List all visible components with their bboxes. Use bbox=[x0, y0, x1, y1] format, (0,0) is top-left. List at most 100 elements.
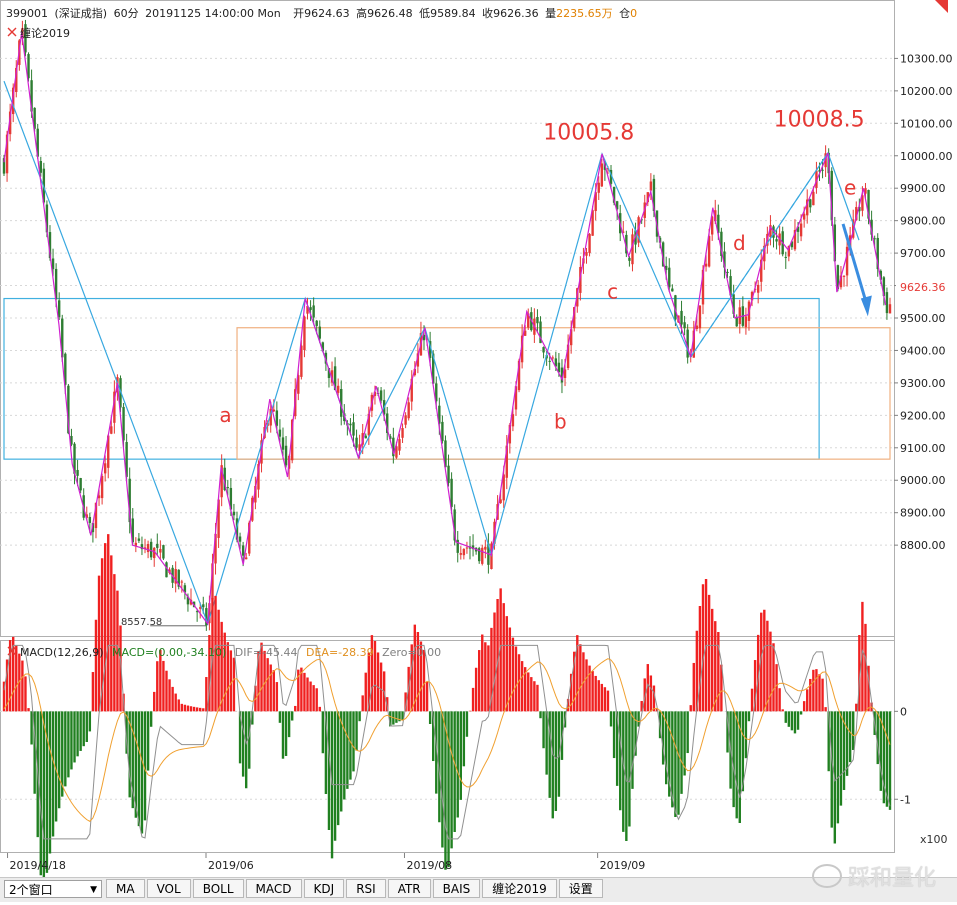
price-tick-label: 9700.00 bbox=[900, 247, 946, 260]
candlestick[interactable] bbox=[842, 275, 846, 287]
chart-canvas[interactable]: 10300.00 10200.00 10100.00 10000.00 9900.00 9… bbox=[0, 0, 957, 901]
candlestick[interactable] bbox=[741, 296, 745, 328]
candle-body bbox=[726, 271, 729, 273]
watermark: 踩和量化 bbox=[812, 861, 936, 891]
candle-body bbox=[683, 322, 686, 329]
window-count-value: 2个窗口 bbox=[9, 883, 53, 897]
candle-body bbox=[738, 307, 741, 325]
candle-body bbox=[671, 288, 674, 292]
candlestick[interactable] bbox=[735, 314, 738, 327]
toolbar-button-macd[interactable]: MACD bbox=[245, 879, 302, 898]
candlestick[interactable] bbox=[885, 287, 889, 320]
macd-indicator: 0 -1 bbox=[0, 534, 911, 895]
candlestick[interactable] bbox=[585, 247, 588, 264]
toolbar-button-vol[interactable]: VOL bbox=[146, 879, 191, 898]
candle-body bbox=[284, 445, 288, 466]
low-value: 9589.84 bbox=[430, 7, 476, 20]
candlestick[interactable] bbox=[471, 534, 475, 557]
quote-header: 399001 (深证成指) 60分 20191125 14:00:00 Mon … bbox=[6, 6, 637, 20]
toolbar-button-设置[interactable]: 设置 bbox=[558, 879, 603, 898]
candlestick[interactable] bbox=[404, 412, 407, 429]
volume-value: 2235.65万 bbox=[556, 7, 613, 20]
time-tick-label: 2019/06 bbox=[208, 859, 254, 872]
candle-body bbox=[57, 300, 61, 318]
candlestick[interactable] bbox=[159, 540, 162, 560]
candlestick[interactable] bbox=[784, 251, 787, 269]
price-tick-label: 8900.00 bbox=[900, 507, 946, 520]
candlestick[interactable] bbox=[698, 305, 702, 334]
candle-body bbox=[137, 538, 141, 541]
candlestick[interactable] bbox=[153, 547, 156, 567]
indicator-close-icon[interactable] bbox=[7, 27, 17, 37]
macd-unit: x100 bbox=[920, 833, 948, 846]
toolbar-button-rsi[interactable]: RSI bbox=[346, 879, 386, 898]
candlestick[interactable] bbox=[481, 544, 484, 566]
candlestick[interactable] bbox=[462, 548, 466, 560]
candlestick[interactable] bbox=[143, 538, 147, 554]
price-tick-label: 10200.00 bbox=[900, 85, 953, 98]
candlestick[interactable] bbox=[149, 538, 153, 561]
toolbar-button-缠论2019[interactable]: 缠论2019 bbox=[482, 879, 557, 898]
corner-flag-icon[interactable] bbox=[935, 0, 948, 13]
candle-body bbox=[481, 547, 484, 564]
price-axis: 10300.00 10200.00 10100.00 10000.00 9900.00 9… bbox=[894, 52, 953, 552]
candlestick[interactable] bbox=[364, 433, 367, 439]
candlestick[interactable] bbox=[588, 233, 591, 257]
candlesticks[interactable] bbox=[2, 19, 892, 631]
candle-body bbox=[146, 544, 150, 553]
candle-body bbox=[799, 223, 803, 237]
candlestick[interactable] bbox=[683, 315, 686, 336]
candle-body bbox=[336, 385, 340, 393]
zero-value: Zero=0.00 bbox=[382, 646, 441, 659]
candlestick[interactable] bbox=[156, 533, 159, 556]
candlestick[interactable] bbox=[401, 423, 404, 443]
candlestick[interactable] bbox=[162, 544, 165, 561]
candlestick[interactable] bbox=[134, 537, 138, 553]
window-count-select[interactable]: 2个窗口 ▼ bbox=[4, 880, 102, 898]
annotation-label: c bbox=[607, 280, 618, 304]
candlestick[interactable] bbox=[174, 561, 177, 593]
annotation-label: b bbox=[554, 409, 567, 433]
candlestick[interactable] bbox=[888, 297, 892, 314]
toolbar-button-kdj[interactable]: KDJ bbox=[303, 879, 345, 898]
candlestick[interactable] bbox=[477, 546, 481, 564]
candle-body bbox=[88, 516, 92, 523]
last-price-label: 9626.36 bbox=[900, 281, 946, 294]
toolbar-button-boll[interactable]: BOLL bbox=[192, 879, 244, 898]
annotations: 10005.8 10008.5 a b c d e 8557.58 bbox=[121, 108, 872, 628]
candlestick[interactable] bbox=[484, 539, 487, 559]
candle-body bbox=[352, 422, 355, 436]
price-tick-label: 10100.00 bbox=[900, 117, 953, 130]
candlestick[interactable] bbox=[744, 307, 748, 335]
candle-body bbox=[159, 548, 162, 553]
candlestick[interactable] bbox=[140, 536, 144, 556]
candle-body bbox=[680, 310, 683, 325]
price-tick-label: 9400.00 bbox=[900, 344, 946, 357]
candlestick[interactable] bbox=[809, 198, 812, 213]
candlestick[interactable] bbox=[456, 530, 459, 563]
price-tick-label: 10300.00 bbox=[900, 52, 953, 65]
candle-body bbox=[585, 252, 588, 256]
candlestick[interactable] bbox=[284, 436, 288, 468]
candlestick[interactable] bbox=[756, 280, 760, 304]
candlestick[interactable] bbox=[474, 547, 478, 555]
toolbar-button-ma[interactable]: MA bbox=[106, 879, 145, 898]
candle-body bbox=[704, 263, 708, 267]
candle-body bbox=[756, 284, 760, 293]
candlestick[interactable] bbox=[465, 541, 469, 554]
candlestick[interactable] bbox=[459, 546, 462, 560]
candlestick[interactable] bbox=[631, 228, 634, 272]
annotation-label: e bbox=[844, 176, 856, 200]
candlestick[interactable] bbox=[775, 229, 778, 250]
candlestick[interactable] bbox=[407, 397, 410, 421]
candlestick[interactable] bbox=[542, 346, 545, 359]
candle-body bbox=[462, 548, 466, 556]
candlestick[interactable] bbox=[180, 579, 184, 593]
toolbar-button-bais[interactable]: BAIS bbox=[432, 879, 481, 898]
candlestick[interactable] bbox=[137, 533, 141, 543]
annotation-label: a bbox=[219, 403, 231, 427]
candle-body bbox=[548, 360, 551, 362]
candlestick[interactable] bbox=[392, 427, 395, 464]
candlestick[interactable] bbox=[220, 454, 223, 507]
toolbar-button-atr[interactable]: ATR bbox=[387, 879, 431, 898]
